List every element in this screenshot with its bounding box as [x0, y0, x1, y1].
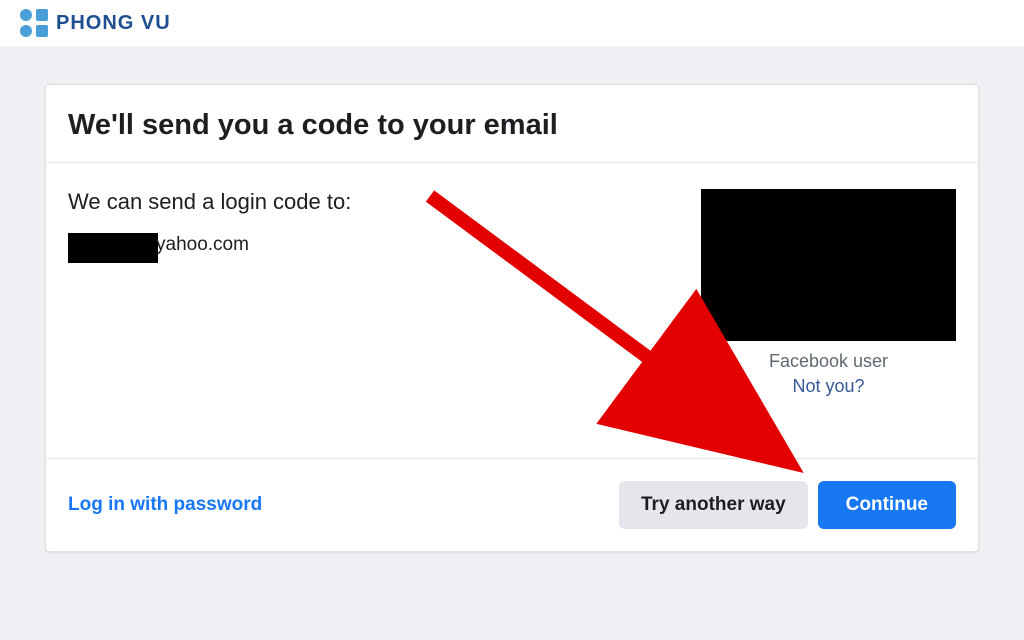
brand-logo-icon: [20, 9, 48, 37]
intro-text: We can send a login code to:: [68, 189, 701, 215]
right-column: Facebook user Not you?: [701, 189, 956, 448]
redacted-avatar: [701, 189, 956, 341]
continue-button[interactable]: Continue: [818, 481, 956, 529]
left-column: We can send a login code to: yahoo.com: [68, 189, 701, 448]
login-code-card: We'll send you a code to your email We c…: [45, 84, 979, 552]
card-body: We can send a login code to: yahoo.com F…: [46, 163, 978, 458]
card-header: We'll send you a code to your email: [46, 85, 978, 163]
page-background: We'll send you a code to your email We c…: [0, 46, 1024, 640]
brand-logo: PHONG VU: [20, 9, 171, 37]
email-visible-part: yahoo.com: [156, 234, 249, 256]
not-you-link[interactable]: Not you?: [792, 376, 864, 397]
email-row: yahoo.com: [68, 233, 701, 257]
try-another-way-button[interactable]: Try another way: [619, 481, 808, 529]
top-bar: PHONG VU: [0, 0, 1024, 46]
login-with-password-link[interactable]: Log in with password: [68, 494, 262, 516]
user-label: Facebook user: [769, 351, 888, 372]
card-title: We'll send you a code to your email: [68, 109, 956, 142]
card-footer: Log in with password Try another way Con…: [46, 458, 978, 551]
redacted-email-prefix: [68, 233, 158, 263]
brand-name: PHONG VU: [56, 12, 171, 35]
